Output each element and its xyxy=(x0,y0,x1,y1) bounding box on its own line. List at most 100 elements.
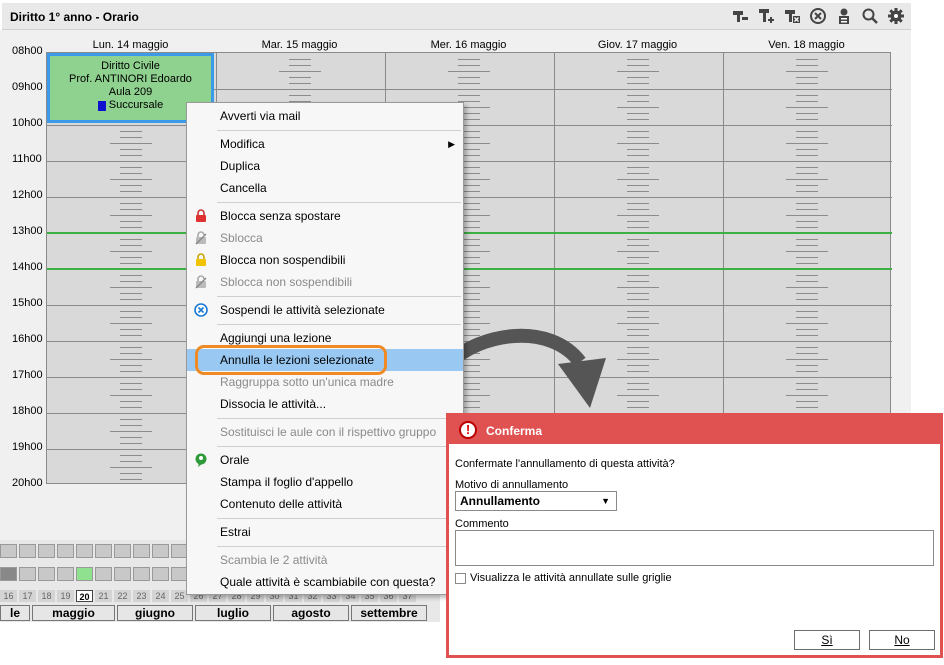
lesson-delete-icon[interactable] xyxy=(783,7,801,25)
timeline-cell[interactable] xyxy=(57,544,74,558)
timeline-month[interactable]: giugno xyxy=(117,605,193,621)
slot-marker xyxy=(617,287,659,288)
timeline-cell[interactable] xyxy=(76,567,93,581)
menu-item[interactable]: Cancella xyxy=(187,177,463,199)
timeline-month[interactable]: agosto xyxy=(273,605,349,621)
slot-marker xyxy=(110,215,152,216)
slot-marker xyxy=(627,65,649,66)
timeline-month[interactable]: maggio xyxy=(32,605,115,621)
lesson-add-icon[interactable] xyxy=(757,7,775,25)
slot-marker xyxy=(617,107,659,108)
menu-item[interactable]: Dissocia le attività... xyxy=(187,393,463,415)
timeline-cell[interactable] xyxy=(38,567,55,581)
hour-label: 09h00 xyxy=(12,81,43,93)
yes-button[interactable]: Sì xyxy=(794,630,860,650)
slot-marker xyxy=(617,215,659,216)
menu-separator xyxy=(217,446,461,447)
menu-item-label: Sblocca xyxy=(220,231,263,245)
slot-marker xyxy=(627,77,649,78)
menu-item[interactable]: Sostituisci le aule con il rispettivo gr… xyxy=(187,421,463,443)
slot-marker xyxy=(458,83,480,84)
hour-label: 16h00 xyxy=(12,333,43,345)
week-number[interactable]: 23 xyxy=(133,590,150,602)
lunch-break-line xyxy=(47,232,892,234)
slot-marker xyxy=(786,359,828,360)
menu-item[interactable]: Sblocca xyxy=(187,227,463,249)
week-number[interactable]: 21 xyxy=(95,590,112,602)
timeline-month[interactable]: luglio xyxy=(195,605,271,621)
week-number[interactable]: 17 xyxy=(19,590,36,602)
show-cancelled-checkbox[interactable] xyxy=(455,573,466,584)
slot-marker xyxy=(120,371,142,372)
slot-marker xyxy=(627,299,649,300)
callout-arrow xyxy=(443,328,606,408)
hour-axis: 08h00 09h00 10h00 11h00 12h00 13h00 14h00 15h00… xyxy=(0,30,46,510)
slot-marker xyxy=(796,131,818,132)
menu-item-label: Orale xyxy=(220,453,250,467)
lesson-subject: Diritto Civile xyxy=(101,60,160,72)
slot-marker xyxy=(110,431,152,432)
timeline-cell[interactable] xyxy=(0,567,17,581)
slot-marker xyxy=(796,257,818,258)
slot-marker xyxy=(796,227,818,228)
slot-marker xyxy=(617,179,659,180)
slot-marker xyxy=(796,155,818,156)
week-number[interactable]: 24 xyxy=(152,590,169,602)
hour-label: 19h00 xyxy=(12,441,43,453)
menu-item-label: Sostituisci le aule con il rispettivo gr… xyxy=(220,425,437,439)
person-icon[interactable] xyxy=(835,7,853,25)
hour-divider xyxy=(47,125,892,126)
comment-field[interactable] xyxy=(455,530,934,566)
timeline-cell[interactable] xyxy=(95,567,112,581)
timeline-cell[interactable] xyxy=(95,544,112,558)
slot-marker xyxy=(120,353,142,354)
menu-item[interactable]: Stampa il foglio d'appello xyxy=(187,471,463,493)
timeline-cell[interactable] xyxy=(133,567,150,581)
timeline-cell[interactable] xyxy=(133,544,150,558)
menu-item[interactable]: Blocca non sospendibili xyxy=(187,249,463,271)
timeline-cell[interactable] xyxy=(152,567,169,581)
timeline-month[interactable]: le xyxy=(0,605,30,621)
menu-item[interactable]: Estrai xyxy=(187,521,463,543)
timeline-cell[interactable] xyxy=(152,544,169,558)
menu-item[interactable]: Blocca senza spostare xyxy=(187,205,463,227)
timeline-cell[interactable] xyxy=(76,544,93,558)
week-number[interactable]: 16 xyxy=(0,590,17,602)
slot-marker xyxy=(120,275,142,276)
timeline-cell[interactable] xyxy=(114,544,131,558)
gear-icon[interactable] xyxy=(887,7,905,25)
lesson-remove-icon[interactable] xyxy=(731,7,749,25)
menu-item[interactable]: Contenuto delle attività xyxy=(187,493,463,515)
timeline-cell[interactable] xyxy=(19,567,36,581)
slot-marker xyxy=(120,407,142,408)
reason-value: Annullamento xyxy=(460,494,540,508)
menu-separator xyxy=(217,296,461,297)
week-number[interactable]: 19 xyxy=(57,590,74,602)
slot-marker xyxy=(627,113,649,114)
menu-item[interactable]: Modifica ▶ xyxy=(187,133,463,155)
menu-item[interactable]: Scambia le 2 attività xyxy=(187,549,463,571)
menu-item-label: Quale attività è scambiabile con questa? xyxy=(220,575,436,589)
slot-marker xyxy=(796,59,818,60)
timeline-cell[interactable] xyxy=(38,544,55,558)
menu-item[interactable]: Orale xyxy=(187,449,463,471)
slot-marker xyxy=(289,83,311,84)
cancel-circle-icon[interactable] xyxy=(809,7,827,25)
menu-item[interactable]: Avverti via mail xyxy=(187,105,463,127)
menu-item[interactable]: Sblocca non sospendibili xyxy=(187,271,463,293)
slot-marker xyxy=(120,131,142,132)
week-number[interactable]: 22 xyxy=(114,590,131,602)
no-button[interactable]: No xyxy=(869,630,935,650)
menu-item[interactable]: Sospendi le attività selezionate xyxy=(187,299,463,321)
timeline-month[interactable]: settembre xyxy=(351,605,427,621)
timeline-cell[interactable] xyxy=(114,567,131,581)
menu-item[interactable]: Quale attività è scambiabile con questa? xyxy=(187,571,463,593)
timeline-cell[interactable] xyxy=(57,567,74,581)
menu-item[interactable]: Duplica xyxy=(187,155,463,177)
search-icon[interactable] xyxy=(861,7,879,25)
week-number[interactable]: 18 xyxy=(38,590,55,602)
timeline-cell[interactable] xyxy=(19,544,36,558)
week-number[interactable]: 20 xyxy=(76,590,93,602)
reason-select[interactable]: Annullamento ▼ xyxy=(455,491,617,511)
timeline-cell[interactable] xyxy=(0,544,17,558)
